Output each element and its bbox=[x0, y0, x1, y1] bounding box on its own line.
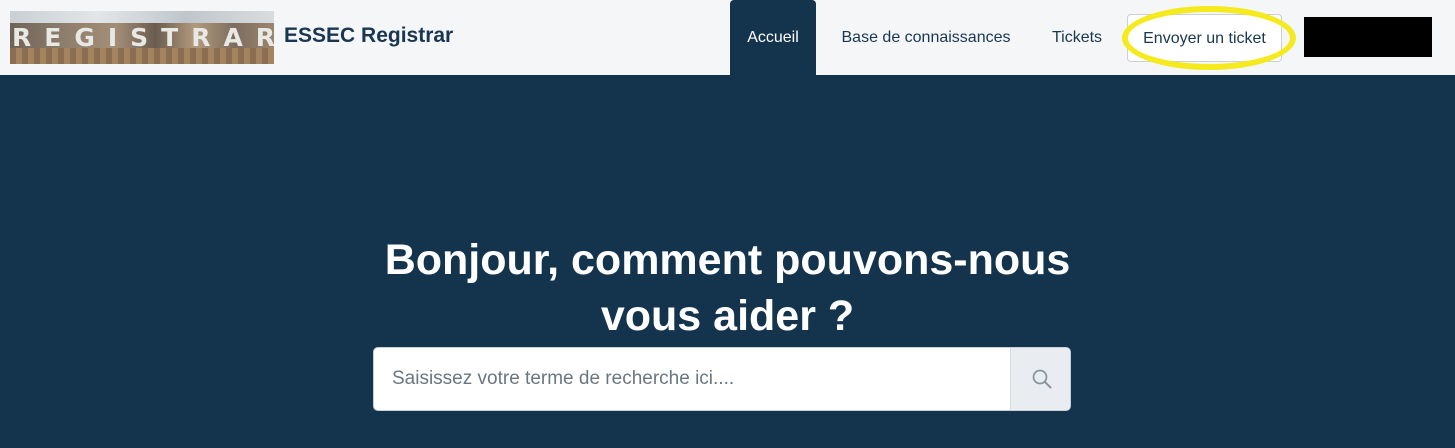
search-bar bbox=[373, 347, 1071, 411]
nav-home[interactable]: Accueil bbox=[730, 0, 816, 75]
nav-tickets[interactable]: Tickets bbox=[1040, 0, 1114, 75]
submit-ticket-button[interactable]: Envoyer un ticket bbox=[1127, 14, 1282, 62]
redacted-user-area[interactable] bbox=[1304, 17, 1432, 57]
search-button[interactable] bbox=[1010, 348, 1070, 410]
site-name[interactable]: ESSEC Registrar bbox=[284, 24, 453, 48]
hero-title: Bonjour, comment pouvons-nous vous aider… bbox=[0, 232, 1455, 344]
logo-text: REGISTRAR bbox=[12, 23, 274, 52]
hero-title-line-2: vous aider ? bbox=[600, 292, 855, 340]
search-input[interactable] bbox=[374, 348, 1010, 410]
search-icon bbox=[1032, 369, 1052, 389]
hero-title-line-1: Bonjour, comment pouvons-nous bbox=[384, 236, 1071, 284]
nav-knowledge-base[interactable]: Base de connaissances bbox=[832, 0, 1020, 75]
registrar-logo[interactable]: REGISTRAR bbox=[10, 11, 274, 64]
top-navbar: REGISTRAR ESSEC Registrar Accueil Base d… bbox=[0, 0, 1455, 75]
